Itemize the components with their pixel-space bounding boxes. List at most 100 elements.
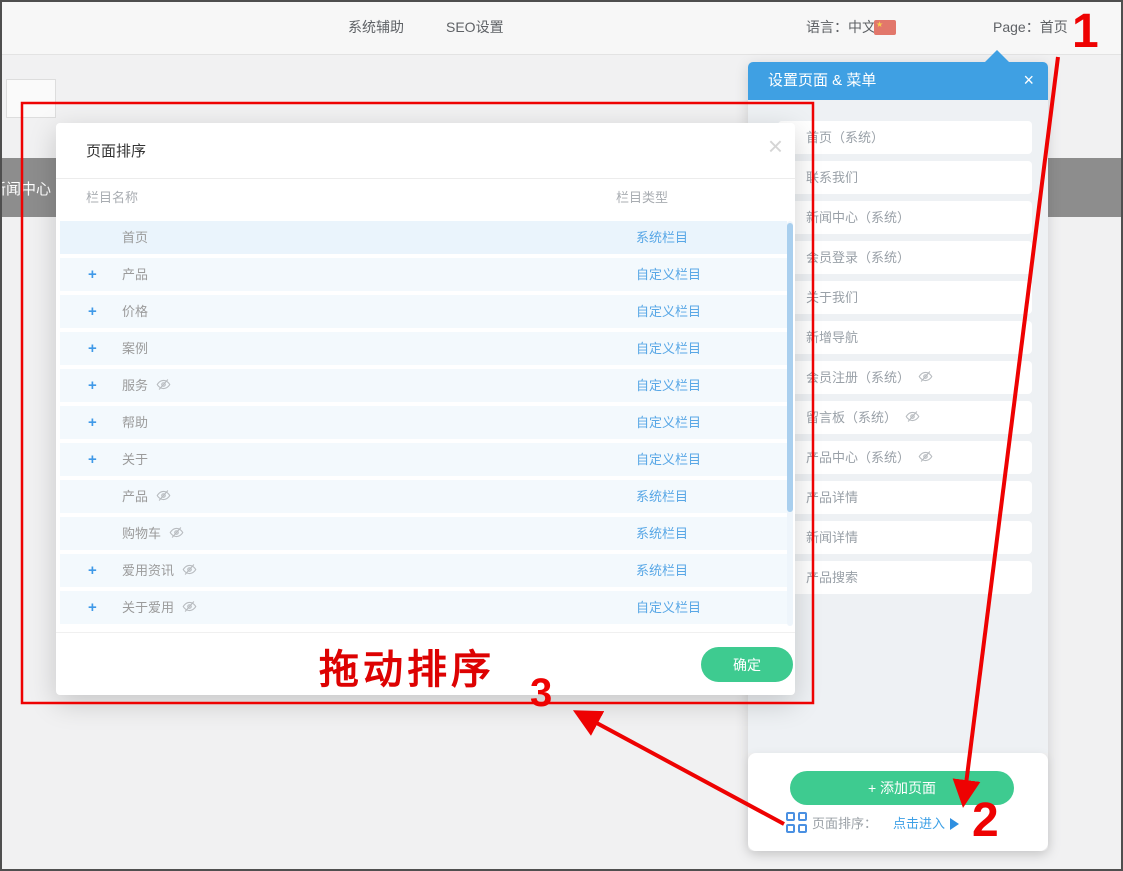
- page-item-label: 首页（系统）: [806, 130, 884, 145]
- band-label: 新闻中心: [0, 178, 51, 199]
- close-icon[interactable]: ×: [1023, 62, 1034, 98]
- row-column-type: 系统栏目: [636, 221, 688, 254]
- row-column-type: 自定义栏目: [636, 295, 701, 328]
- drag-sort-annotation: 拖动排序: [319, 637, 495, 695]
- page-sort-label: 页面排序：: [812, 813, 877, 835]
- page-selector[interactable]: Page：首页: [993, 0, 1068, 55]
- expand-plus-icon[interactable]: +: [88, 332, 97, 365]
- page-item[interactable]: 会员注册（系统）: [778, 361, 1032, 394]
- play-icon[interactable]: [950, 818, 959, 830]
- page-sort-enter-link[interactable]: 点击进入: [893, 813, 945, 835]
- row-column-name: 案例: [122, 332, 148, 365]
- page-item[interactable]: 留言板（系统）: [778, 401, 1032, 434]
- page-item[interactable]: 产品详情: [778, 481, 1032, 514]
- page-item[interactable]: 首页（系统）: [778, 121, 1032, 154]
- eye-off-icon: [182, 562, 197, 577]
- grid-icon[interactable]: [786, 812, 808, 834]
- row-column-name: 购物车: [122, 517, 184, 550]
- panel-footer: + 添加页面 页面排序： 点击进入: [748, 753, 1048, 851]
- eye-off-icon: [156, 377, 171, 392]
- modal-footer: 拖动排序 确定: [56, 632, 795, 695]
- modal-title: 页面排序: [86, 140, 146, 161]
- nav-seo-settings[interactable]: SEO设置: [446, 0, 504, 55]
- expand-plus-icon[interactable]: +: [88, 443, 97, 476]
- language-selector[interactable]: 语言：中文: [806, 0, 876, 55]
- row-column-name: 服务: [122, 369, 171, 402]
- sort-table-row[interactable]: + 价格 自定义栏目: [60, 295, 787, 328]
- sort-table-row[interactable]: +爱用资讯系统栏目: [60, 554, 787, 587]
- expand-plus-icon[interactable]: +: [88, 554, 97, 587]
- page-item[interactable]: 新增导航: [778, 321, 1032, 354]
- page-item-label: 产品搜索: [806, 570, 858, 585]
- step-number-3: 3: [530, 671, 552, 716]
- eye-off-icon: [918, 449, 933, 464]
- sort-table-row[interactable]: 购物车 系统栏目: [60, 517, 787, 550]
- sort-table-row[interactable]: + 帮助 自定义栏目: [60, 406, 787, 439]
- page-item-label: 会员注册（系统）: [806, 370, 910, 385]
- sort-table-row[interactable]: + 关于爱用 自定义栏目: [60, 591, 787, 624]
- row-column-name: 关于爱用: [122, 591, 197, 624]
- sort-table: 首页系统栏目+产品自定义栏目+价格自定义栏目+案例自定义栏目+服务自定义栏目+帮…: [56, 219, 795, 631]
- page-item[interactable]: 会员登录（系统）: [778, 241, 1032, 274]
- row-column-type: 自定义栏目: [636, 591, 701, 624]
- top-bar: 系统辅助 SEO设置 语言：中文 ★ Page：首页: [0, 0, 1123, 55]
- expand-plus-icon[interactable]: +: [88, 406, 97, 439]
- row-column-type: 自定义栏目: [636, 406, 701, 439]
- page-item-label: 留言板（系统）: [806, 410, 897, 425]
- page-item[interactable]: 新闻详情: [778, 521, 1032, 554]
- page-item[interactable]: 产品搜索: [778, 561, 1032, 594]
- row-column-type: 系统栏目: [636, 517, 688, 550]
- page-item-label: 联系我们: [806, 170, 858, 185]
- row-column-type: 自定义栏目: [636, 258, 701, 291]
- page-item-label: 新闻中心（系统）: [806, 210, 910, 225]
- expand-plus-icon[interactable]: +: [88, 258, 97, 291]
- sort-table-row[interactable]: + 服务 自定义栏目: [60, 369, 787, 402]
- expand-plus-icon[interactable]: +: [88, 369, 97, 402]
- eye-off-icon: [182, 599, 197, 614]
- row-column-name: 爱用资讯: [122, 554, 197, 587]
- page-item[interactable]: 产品中心（系统）: [778, 441, 1032, 474]
- row-column-name: 关于: [122, 443, 148, 476]
- eye-off-icon: [918, 369, 933, 384]
- scrollbar-thumb[interactable]: [787, 223, 793, 512]
- page-item-label: 新闻详情: [806, 530, 858, 545]
- page-item-label: 产品中心（系统）: [806, 450, 910, 465]
- page-item-label: 产品详情: [806, 490, 858, 505]
- china-flag-icon: ★: [874, 20, 896, 35]
- step-number-2: 2: [972, 793, 999, 848]
- expand-plus-icon[interactable]: +: [88, 295, 97, 328]
- sort-table-row[interactable]: 首页 系统栏目: [60, 221, 787, 254]
- eye-off-icon: [905, 409, 920, 424]
- confirm-button[interactable]: 确定: [701, 647, 793, 682]
- row-column-type: 自定义栏目: [636, 332, 701, 365]
- page-item-label: 新增导航: [806, 330, 858, 345]
- close-icon[interactable]: ×: [768, 131, 783, 162]
- panel-title: 设置页面 & 菜单: [768, 62, 876, 100]
- page-sort-modal: 页面排序 × 栏目名称 栏目类型 首页系统栏目+产品自定义栏目+价格自定义栏目+…: [56, 123, 795, 695]
- row-column-name: 价格: [122, 295, 148, 328]
- nav-system-assist[interactable]: 系统辅助: [348, 0, 404, 55]
- row-column-type: 自定义栏目: [636, 443, 701, 476]
- sort-table-row[interactable]: + 产品 自定义栏目: [60, 258, 787, 291]
- page-item[interactable]: 联系我们: [778, 161, 1032, 194]
- row-column-type: 自定义栏目: [636, 369, 701, 402]
- row-column-name: 帮助: [122, 406, 148, 439]
- row-column-name: 产品: [122, 480, 171, 513]
- eye-off-icon: [156, 488, 171, 503]
- page-item-label: 关于我们: [806, 290, 858, 305]
- eye-off-icon: [169, 525, 184, 540]
- sort-table-row[interactable]: 产品系统栏目: [60, 480, 787, 513]
- row-column-name: 首页: [122, 221, 148, 254]
- divider: [56, 178, 795, 179]
- row-column-name: 产品: [122, 258, 148, 291]
- page-item[interactable]: 关于我们: [778, 281, 1032, 314]
- expand-plus-icon[interactable]: +: [88, 591, 97, 624]
- page-item[interactable]: 新闻中心（系统）: [778, 201, 1032, 234]
- panel-header: 设置页面 & 菜单 ×: [748, 62, 1048, 100]
- page-sort-row: 页面排序： 点击进入: [748, 813, 1048, 843]
- background-box: [6, 79, 56, 118]
- sort-table-row[interactable]: + 案例 自定义栏目: [60, 332, 787, 365]
- page-item-label: 会员登录（系统）: [806, 250, 910, 265]
- sort-table-row[interactable]: + 关于 自定义栏目: [60, 443, 787, 476]
- column-header-type: 栏目类型: [616, 187, 668, 206]
